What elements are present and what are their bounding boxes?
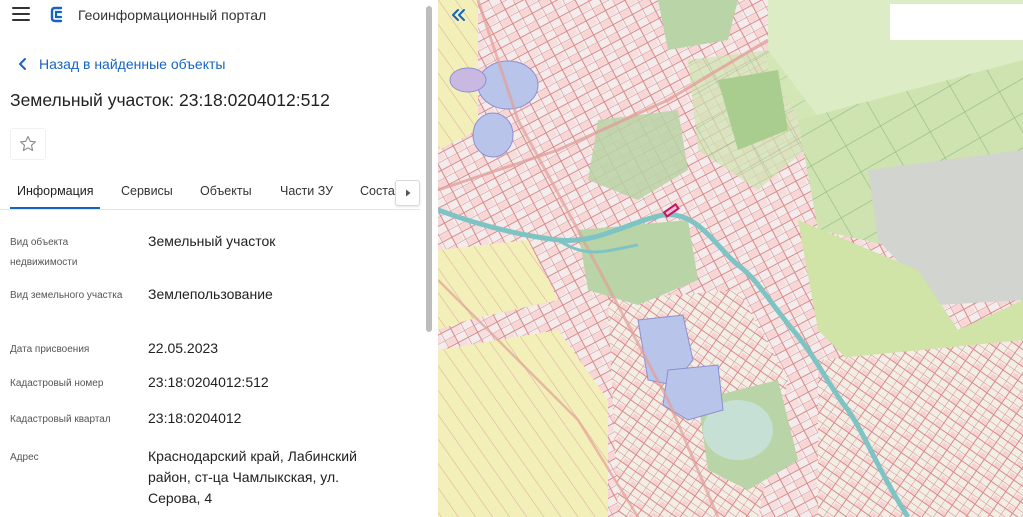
property-value: 23:18:0204012	[148, 410, 242, 426]
tab-parcel-parts[interactable]: Части ЗУ	[280, 184, 333, 198]
tabs-scroll-right-button[interactable]	[395, 180, 420, 206]
cadastral-map[interactable]	[438, 0, 1023, 517]
tab-bar: Информация Сервисы Объекты Части ЗУ Сост…	[0, 174, 420, 210]
property-label: Кадастровый квартал	[10, 414, 111, 425]
property-value: Земельный участок	[148, 233, 276, 249]
chevron-left-icon	[19, 58, 26, 70]
chevron-right-icon	[405, 189, 410, 197]
collapse-panel-button[interactable]	[446, 4, 470, 26]
property-value: Краснодарский край, Лабинский район, ст-…	[148, 448, 357, 506]
app-header: Геоинформационный портал	[0, 0, 438, 30]
page-title: Земельный участок: 23:18:0204012:512	[10, 90, 330, 110]
app-title: Геоинформационный портал	[78, 7, 267, 23]
property-label: Кадастровый номер	[10, 378, 104, 389]
back-to-results-link[interactable]: Назад в найденные объекты	[14, 55, 225, 73]
star-outline-icon	[20, 135, 36, 152]
property-value: 22.05.2023	[148, 340, 219, 356]
tab-services[interactable]: Сервисы	[121, 184, 173, 198]
map-search-box[interactable]	[890, 4, 1023, 40]
portal-logo-icon	[50, 6, 63, 23]
property-label: Вид объекта недвижимости	[10, 237, 78, 268]
property-label: Адрес	[10, 452, 39, 463]
property-value: Землепользование	[148, 286, 273, 302]
property-value: 23:18:0204012:512	[148, 374, 269, 390]
back-link-label: Назад в найденные объекты	[39, 56, 226, 72]
map-canvas[interactable]	[438, 0, 1023, 517]
hamburger-menu-icon[interactable]	[12, 7, 30, 21]
panel-scrollbar[interactable]	[426, 6, 432, 332]
property-label: Дата присвоения	[10, 344, 90, 355]
tab-information[interactable]: Информация	[17, 184, 94, 198]
favorite-button[interactable]	[10, 128, 46, 160]
tab-composition[interactable]: Соста	[360, 184, 395, 198]
active-tab-indicator	[10, 207, 100, 209]
double-chevron-left-icon	[452, 9, 465, 21]
tab-objects[interactable]: Объекты	[200, 184, 252, 198]
property-label: Вид земельного участка	[10, 290, 123, 301]
info-panel: Геоинформационный портал Назад в найденн…	[0, 0, 438, 517]
